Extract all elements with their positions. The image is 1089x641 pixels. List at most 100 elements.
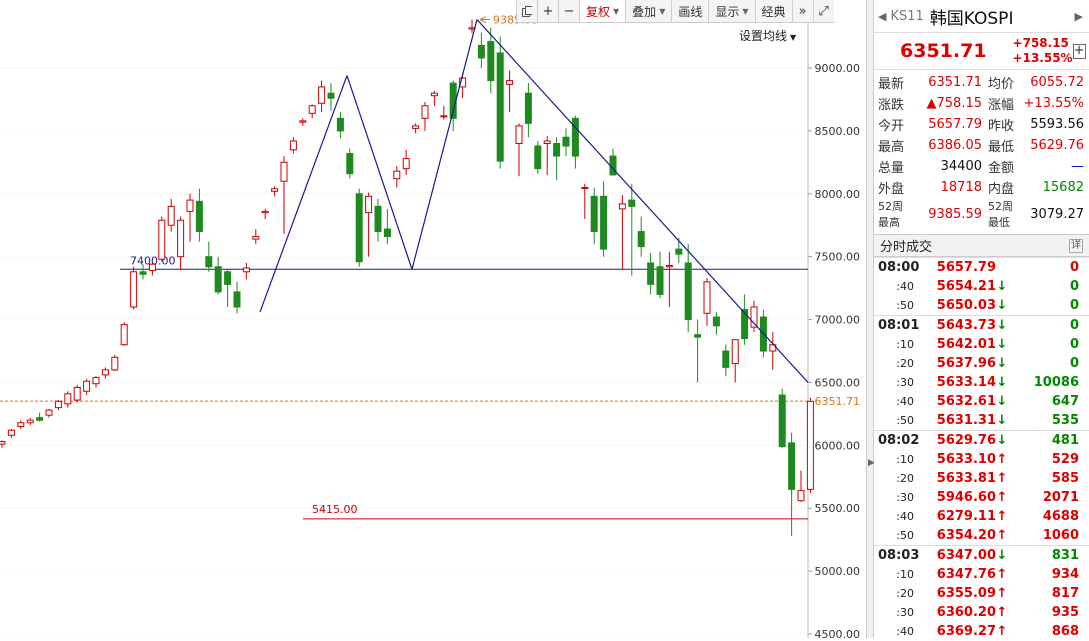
y-tick-label: 7000.00 xyxy=(815,314,861,327)
prev-symbol-icon[interactable]: ◀ xyxy=(878,10,886,23)
tick-volume: 868 xyxy=(1051,624,1079,639)
tick-volume: 535 xyxy=(1051,413,1079,428)
tick-row: :20 6355.09 ↑ 817 xyxy=(874,584,1089,603)
tick-volume: 647 xyxy=(1051,394,1079,409)
candle-body-up xyxy=(421,105,429,119)
fullscreen-icon[interactable]: ⤢ xyxy=(812,0,834,22)
candle-body-up xyxy=(430,92,438,97)
y-tick-label: 7500.00 xyxy=(815,251,861,264)
candle-body-down xyxy=(487,41,495,82)
tick-volume: 529 xyxy=(1051,452,1079,467)
quote-label: 52周最低 xyxy=(988,200,1013,229)
tick-row: :50 5631.31 ↓ 535 xyxy=(874,411,1089,430)
quote-value: 5629.76 xyxy=(1030,138,1084,153)
ticks-list[interactable]: 08:00 5657.79 0:40 5654.21 ↓ 0:50 5650.03 ↓ 0 08:… xyxy=(874,257,1089,641)
toolbar-button-4[interactable]: 叠加 ▼ xyxy=(625,0,671,22)
candle-body-down xyxy=(712,316,720,327)
tick-price: 5633.81 xyxy=(936,471,996,486)
symbol-header: ◀ KS11 韩国KOSPI ▶ xyxy=(874,0,1089,33)
candle-body-up xyxy=(703,281,711,314)
y-tick-label: 4500.00 xyxy=(815,628,861,638)
quote-label: 最新 xyxy=(878,77,905,92)
arrow-up-icon: ↑ xyxy=(996,471,1008,486)
arrow-down-icon: ↓ xyxy=(996,394,1008,409)
y-tick-label: 9000.00 xyxy=(815,62,861,75)
quote-label: 内盘 xyxy=(988,182,1015,197)
candle-body-up xyxy=(393,170,401,180)
y-tick-label: 8500.00 xyxy=(815,125,861,138)
toolbar-label: 画线 xyxy=(678,4,703,19)
panel-splitter[interactable]: ▶ xyxy=(866,0,875,638)
chevron-down-icon: ▼ xyxy=(742,6,749,16)
candle-body-up xyxy=(83,380,91,392)
candle-body-up xyxy=(665,264,673,268)
kline-chart-area[interactable]: 9000.00 8500.00 8000.00 7500.00 7000.00 6500.… xyxy=(0,0,866,638)
zoom-out-icon[interactable]: − xyxy=(558,0,579,22)
candle-body-down xyxy=(139,271,147,275)
candle-body-up xyxy=(308,105,316,114)
toolbar-label: ⤢ xyxy=(818,3,829,19)
candle-body-up xyxy=(252,236,260,240)
candlestick-chart[interactable]: 9000.00 8500.00 8000.00 7500.00 7000.00 6500.… xyxy=(0,0,866,638)
arrow-down-icon: ↓ xyxy=(996,413,1008,428)
tick-time: :20 xyxy=(896,357,914,370)
chart-toolbar: + − 复权 ▼ 叠加 ▼ 画线 显示 ▼ 经典» ⤢ xyxy=(516,0,834,23)
zoom-in-icon[interactable]: + xyxy=(537,0,558,22)
next-symbol-icon[interactable]: ▶ xyxy=(1075,10,1083,23)
candle-body-up xyxy=(45,409,53,416)
toolbar-button-7[interactable]: 经典 xyxy=(754,0,792,22)
y-tick-label: 6500.00 xyxy=(815,376,861,389)
candle-body-up xyxy=(797,490,805,502)
more-icon[interactable]: » xyxy=(791,0,813,22)
tick-time: 08:02 xyxy=(878,433,920,448)
tick-time: :20 xyxy=(896,587,914,600)
tick-row: :20 5633.81 ↑ 585 xyxy=(874,469,1089,488)
tick-volume: 2071 xyxy=(1042,490,1079,505)
tick-row: :30 5633.14 ↓ 10086 xyxy=(874,373,1089,392)
quote-table: 最新 6351.71 均价 6055.72 涨跌 ▲758.15 涨幅 +13.55% 今开 56… xyxy=(874,72,1089,230)
trend-line xyxy=(411,19,478,270)
candle-body-down xyxy=(656,266,664,295)
tick-time: :20 xyxy=(896,472,914,485)
candle-body-down xyxy=(346,153,354,175)
change-percent: +13.55% xyxy=(1012,51,1073,65)
toolbar-label: + xyxy=(542,3,554,19)
tick-row: :40 5632.61 ↓ 647 xyxy=(874,392,1089,411)
arrow-up-icon: ↑ xyxy=(996,605,1008,620)
quote-label: 外盘 xyxy=(878,182,905,197)
copy-icon[interactable] xyxy=(516,0,537,22)
arrow-up-icon: ↑ xyxy=(996,509,1008,524)
detail-icon[interactable]: 详 xyxy=(1069,238,1083,253)
quote-row: 52周最高 9385.59 52周最低 3079.27 xyxy=(874,198,1089,230)
quote-row: 总量 34400 金额 — xyxy=(874,156,1089,177)
candle-body-up xyxy=(806,400,814,490)
candle-body-up xyxy=(261,210,269,214)
arrow-down-icon: ↓ xyxy=(996,375,1008,390)
tick-volume: 0 xyxy=(1069,298,1079,313)
last-price-label: 6351.71 xyxy=(815,395,861,408)
low-label: 5415.00 xyxy=(312,503,358,516)
candle-body-up xyxy=(318,86,326,104)
quote-row: 最新 6351.71 均价 6055.72 xyxy=(874,72,1089,93)
tick-time: 08:00 xyxy=(878,260,920,275)
candle-body-up xyxy=(92,376,100,385)
ma-setting-dropdown[interactable]: 设置均线 ▼ xyxy=(739,27,796,44)
tick-time: :40 xyxy=(896,510,914,523)
candle-body-down xyxy=(571,117,579,157)
quote-label: 总量 xyxy=(878,161,905,176)
arrow-up-icon: ↑ xyxy=(996,586,1008,601)
toolbar-button-5[interactable]: 画线 xyxy=(671,0,708,22)
add-watchlist-icon[interactable]: + xyxy=(1072,43,1086,59)
candle-body-down xyxy=(628,199,636,207)
candle-body-down xyxy=(684,262,692,321)
tick-volume: 935 xyxy=(1051,605,1079,620)
tick-volume: 0 xyxy=(1069,356,1079,371)
candle-body-up xyxy=(64,393,72,405)
tick-row: :40 6279.11 ↑ 4688 xyxy=(874,507,1089,526)
toolbar-button-6[interactable]: 显示 ▼ xyxy=(708,0,754,22)
tick-time: :50 xyxy=(896,529,914,542)
quote-label: 涨幅 xyxy=(988,98,1015,113)
quote-value: 9385.59 xyxy=(928,206,982,222)
toolbar-button-3[interactable]: 复权 ▼ xyxy=(579,0,626,22)
tick-time: :10 xyxy=(896,453,914,466)
